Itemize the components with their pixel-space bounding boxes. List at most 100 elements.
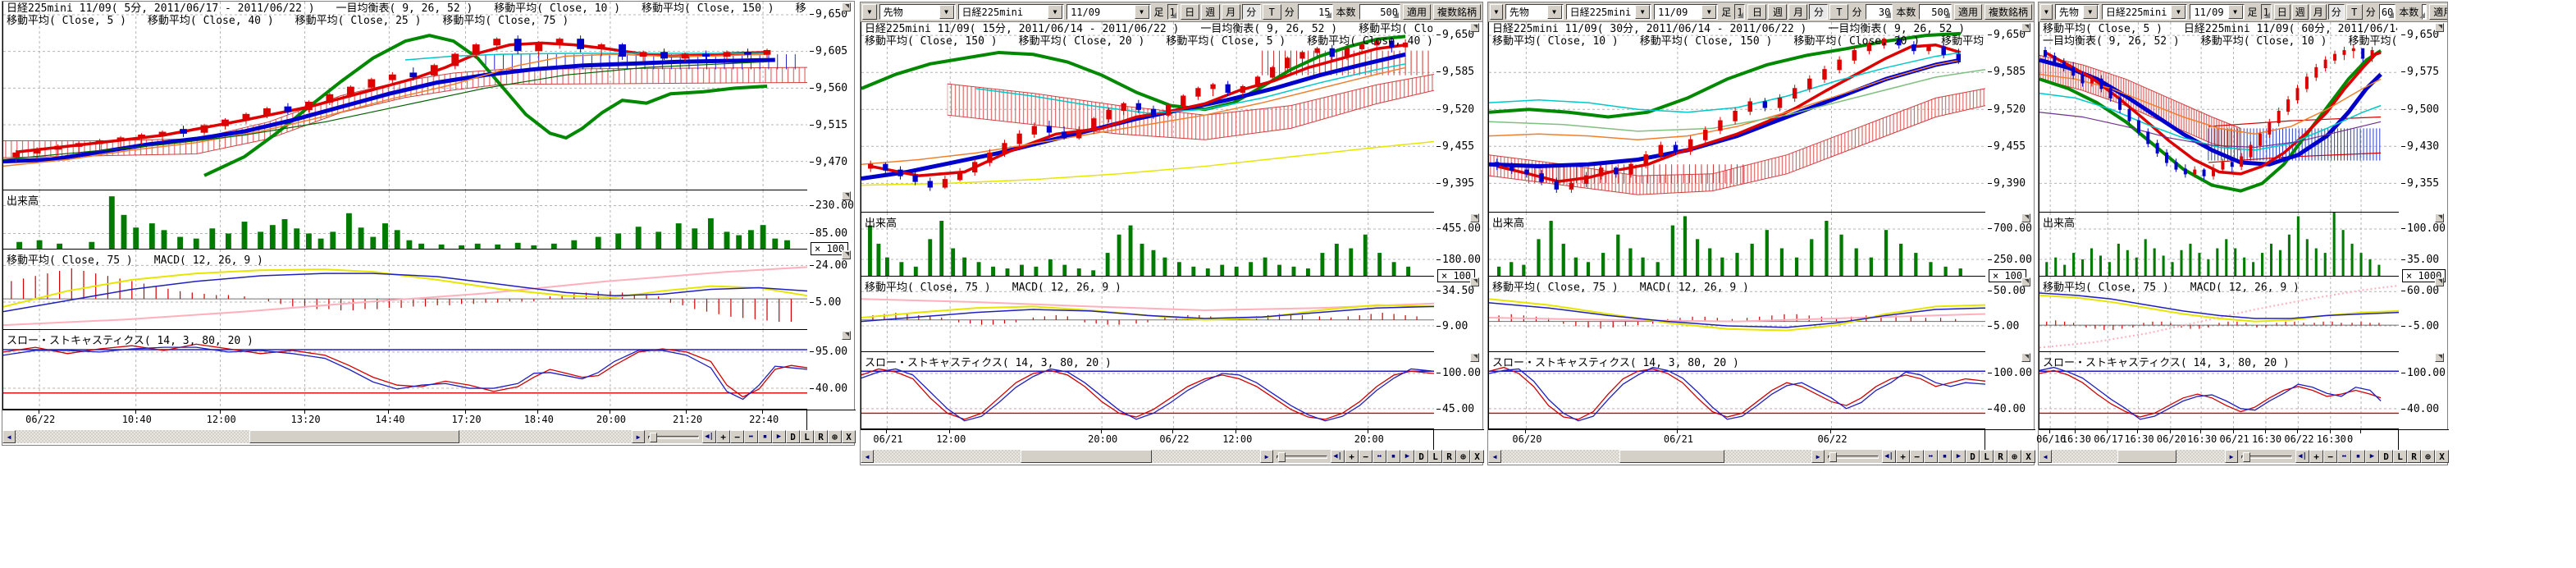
symbol-dropdown[interactable]: 日経225mini ▼	[958, 4, 1065, 20]
price-chart-canvas[interactable]	[2039, 22, 2399, 213]
bar-interval-field[interactable]: 1	[2261, 4, 2272, 20]
pane-corner-button[interactable]	[1470, 23, 1479, 32]
volume-chart-canvas[interactable]	[1489, 213, 1985, 277]
spinner-icon[interactable]	[1885, 12, 1891, 18]
chart-tool-button-▪[interactable]: ▪	[1386, 450, 1400, 463]
period-button-分[interactable]: 分	[1809, 4, 1828, 20]
price-chart-canvas[interactable]	[861, 22, 1434, 213]
category-dropdown[interactable]: 先物 ▼	[1505, 4, 1564, 20]
contract-month-dropdown[interactable]: 11/09 ▼	[1654, 4, 1718, 20]
chart-tool-button-R[interactable]: R	[814, 430, 828, 443]
period-button-分[interactable]: 分	[2328, 4, 2345, 20]
pane-corner-button[interactable]	[842, 331, 851, 340]
chevron-down-icon[interactable]: ▼	[2083, 5, 2098, 19]
chevron-down-icon[interactable]: ▼	[1701, 5, 1716, 19]
chart-tool-button-↔[interactable]: ↔	[2337, 450, 2351, 463]
apply-button[interactable]: 適用	[1954, 4, 1982, 20]
minute-field[interactable]: 15	[1298, 4, 1333, 20]
spinner-icon[interactable]	[1738, 12, 1743, 18]
chart-tool-button-◀|[interactable]: ◀|	[702, 430, 716, 443]
chart-tool-button-D[interactable]: D	[786, 430, 800, 443]
chart-tool-button-L[interactable]: L	[800, 430, 814, 443]
pane-corner-button[interactable]	[2021, 353, 2030, 362]
panel-menu-button[interactable]: ▼	[2040, 4, 2053, 20]
period-button-週[interactable]: 週	[1768, 4, 1787, 20]
chart-scrollbar[interactable]: ◀▶◀|+−↔▪▶DLR⊕X	[1488, 450, 2035, 463]
chart-tool-button-D[interactable]: D	[2379, 450, 2393, 463]
bar-count-field[interactable]	[2422, 4, 2427, 20]
chart-tool-button-R[interactable]: R	[1994, 450, 2007, 463]
apply-button[interactable]: 適用	[1403, 4, 1431, 20]
chart-tool-button-R[interactable]: R	[1442, 450, 1456, 463]
chevron-down-icon[interactable]: ▼	[1547, 5, 1562, 19]
chart-tool-button-+[interactable]: +	[1896, 450, 1910, 463]
volume-chart-canvas[interactable]	[3, 190, 807, 250]
scroll-right-button[interactable]: ▶	[2225, 450, 2238, 463]
period-button-日[interactable]: 日	[2274, 4, 2291, 20]
chart-tool-button-◀|[interactable]: ◀|	[1331, 450, 1345, 463]
period-button-週[interactable]: 週	[1201, 4, 1220, 20]
chart-tool-button-▶[interactable]: ▶	[2365, 450, 2379, 463]
chart-tool-button-−[interactable]: −	[1359, 450, 1372, 463]
pane-corner-button[interactable]	[842, 250, 851, 259]
chart-tool-button-X[interactable]: X	[2021, 450, 2035, 463]
chart-tool-button-+[interactable]: +	[716, 430, 730, 443]
chart-tool-button-⊕[interactable]: ⊕	[2421, 450, 2435, 463]
spinner-icon[interactable]	[1393, 12, 1399, 18]
chart-tool-button-↔[interactable]: ↔	[1924, 450, 1938, 463]
pane-corner-button[interactable]	[2435, 277, 2444, 286]
period-button-月[interactable]: 月	[2310, 4, 2327, 20]
chart-tool-button-⊕[interactable]: ⊕	[1456, 450, 1470, 463]
scrollbar-track[interactable]	[2052, 450, 2225, 463]
minute-field[interactable]: 60	[2379, 4, 2396, 20]
bar-interval-field[interactable]: 1	[1734, 4, 1745, 20]
pane-corner-button[interactable]	[2435, 23, 2444, 32]
symbol-dropdown[interactable]: 日経225mini ▼	[1566, 4, 1652, 20]
period-button-日[interactable]: 日	[1181, 4, 1199, 20]
scrollbar-thumb[interactable]	[1021, 450, 1152, 463]
category-dropdown[interactable]: 先物 ▼	[2055, 4, 2099, 20]
pane-corner-button[interactable]	[1470, 213, 1479, 222]
scroll-left-button[interactable]: ◀	[2, 430, 16, 443]
scroll-left-button[interactable]: ◀	[2039, 450, 2052, 463]
pane-corner-button[interactable]	[2021, 213, 2030, 222]
multi-symbol-button[interactable]: 複数銘柄	[1433, 4, 1481, 20]
chart-tool-button-↔[interactable]: ↔	[744, 430, 758, 443]
bar-interval-field[interactable]: 1	[1167, 4, 1178, 20]
contract-month-dropdown[interactable]: 11/09 ▼	[2190, 4, 2244, 20]
zoom-slider[interactable]	[645, 430, 702, 443]
scrollbar-track[interactable]	[874, 450, 1260, 463]
chevron-down-icon[interactable]: ▼	[2228, 5, 2243, 19]
period-button-T[interactable]: T	[1829, 4, 1848, 20]
period-button-T[interactable]: T	[1263, 4, 1281, 20]
chart-scrollbar[interactable]: ◀▶◀|+−↔▪▶DLR⊕X	[2039, 450, 2449, 463]
pane-corner-button[interactable]	[842, 191, 851, 200]
volume-chart-canvas[interactable]	[2039, 213, 2399, 277]
chart-tool-button-−[interactable]: −	[730, 430, 744, 443]
chart-tool-button-X[interactable]: X	[2435, 450, 2449, 463]
chart-tool-button-▪[interactable]: ▪	[2351, 450, 2365, 463]
chart-tool-button-D[interactable]: D	[1414, 450, 1428, 463]
volume-chart-canvas[interactable]	[861, 213, 1434, 277]
chevron-down-icon[interactable]: ▼	[1635, 5, 1650, 19]
pane-corner-button[interactable]	[2021, 23, 2030, 32]
pane-corner-button[interactable]	[2435, 353, 2444, 362]
pane-corner-button[interactable]	[1470, 353, 1479, 362]
scrollbar-thumb[interactable]	[249, 430, 459, 443]
chart-tool-button-⊕[interactable]: ⊕	[2007, 450, 2021, 463]
chart-tool-button-▶[interactable]: ▶	[1952, 450, 1966, 463]
pane-corner-button[interactable]	[2021, 277, 2030, 286]
chevron-down-icon[interactable]: ▼	[939, 5, 954, 19]
scrollbar-track[interactable]	[1501, 450, 1811, 463]
apply-button[interactable]: 適用	[2429, 4, 2447, 20]
chart-tool-button-R[interactable]: R	[2407, 450, 2421, 463]
period-button-週[interactable]: 週	[2292, 4, 2309, 20]
chart-tool-button-◀|[interactable]: ◀|	[2295, 450, 2309, 463]
chart-tool-button-▶[interactable]: ▶	[1400, 450, 1414, 463]
chart-tool-button-L[interactable]: L	[2393, 450, 2407, 463]
scroll-right-button[interactable]: ▶	[1260, 450, 1273, 463]
chart-tool-button-+[interactable]: +	[2309, 450, 2323, 463]
bar-count-field[interactable]: 500	[1359, 4, 1400, 20]
chart-tool-button-⊕[interactable]: ⊕	[828, 430, 842, 443]
category-dropdown[interactable]: 先物 ▼	[879, 4, 956, 20]
